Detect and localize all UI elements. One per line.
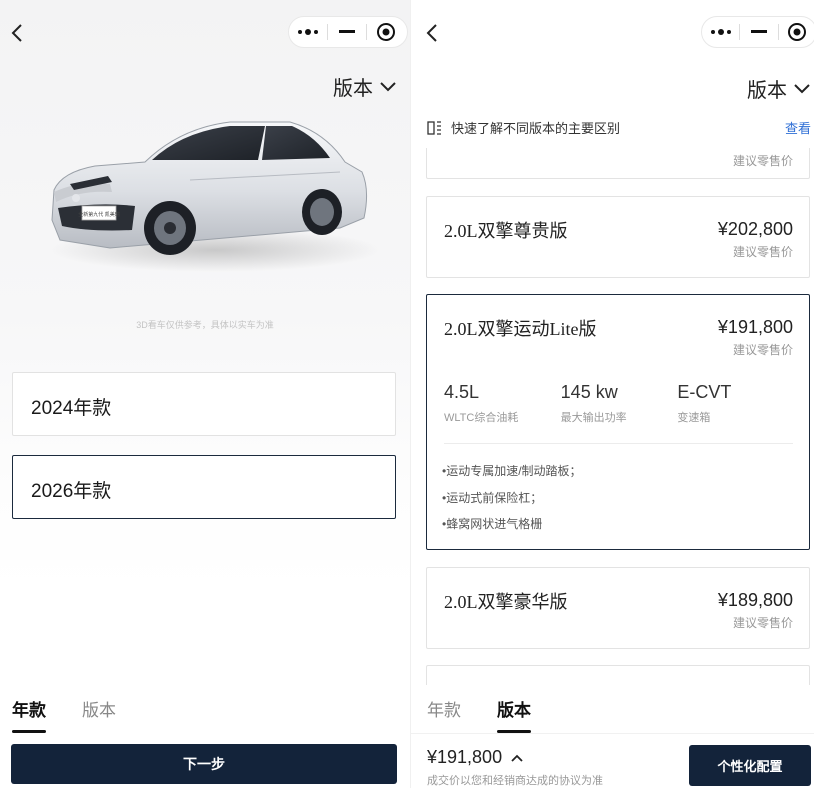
more-icon[interactable] bbox=[702, 16, 739, 48]
feature-item: •运动式前保险杠； bbox=[442, 490, 543, 505]
version-specs: 4.5L WLTC综合油耗 145 kw 最大输出功率 E-CVT 变速箱 bbox=[444, 382, 794, 425]
mini-program-capsule bbox=[288, 16, 408, 48]
step-tabs: 年款 版本 bbox=[427, 696, 531, 733]
feature-list: •运动专属加速/制动踏板； •运动式前保险杠； •蜂窝网状进气格栅 bbox=[442, 458, 582, 538]
version-card-partial[interactable]: 建议零售价 bbox=[426, 148, 810, 179]
car-3d-image[interactable]: 全新第九代 凯美瑞 bbox=[40, 110, 380, 280]
close-target-icon[interactable] bbox=[367, 16, 405, 48]
spec-fuel: 4.5L WLTC综合油耗 bbox=[444, 382, 561, 425]
car-plate-text: 全新第九代 凯美瑞 bbox=[78, 211, 120, 218]
version-card-selected[interactable]: 2.0L双擎运动Lite版 ¥191,800 建议零售价 4.5L WLTC综合… bbox=[426, 294, 810, 550]
version-price: ¥189,800 bbox=[717, 590, 793, 610]
compare-hint-text: 快速了解不同版本的主要区别 bbox=[451, 121, 621, 136]
spec-value: 4.5L bbox=[444, 382, 480, 402]
version-list[interactable]: 建议零售价 2.0L双擎尊贵版 ¥202,800 建议零售价 2.0L双擎运动L… bbox=[411, 148, 814, 685]
feature-item: •运动专属加速/制动踏板； bbox=[442, 464, 582, 478]
version-toggle-label: 版本 bbox=[333, 78, 373, 100]
feature-item: •蜂窝网状进气格栅 bbox=[442, 517, 543, 531]
back-icon[interactable] bbox=[423, 22, 443, 44]
close-target-icon[interactable] bbox=[779, 16, 814, 48]
next-step-button[interactable]: 下一步 bbox=[11, 744, 397, 784]
compare-view-link[interactable]: 查看 bbox=[785, 118, 811, 137]
version-select-screen: 版本 快速了解不同版本的主要区别 查看 建议零售价 2.0L双擎尊贵版 ¥202… bbox=[410, 0, 814, 788]
version-price-note: 建议零售价 bbox=[732, 616, 793, 630]
version-price-note: 建议零售价 bbox=[732, 343, 793, 357]
car-disclaimer: 3D看车仅供参考，具体以实车为准 bbox=[136, 320, 274, 330]
tab-version[interactable]: 版本 bbox=[497, 696, 531, 733]
spec-value: 145 kw bbox=[560, 382, 618, 402]
version-name: 2.0L双擎运动Lite版 bbox=[444, 319, 597, 339]
total-price-note: 成交价以您和经销商达成的协议为准 bbox=[427, 775, 603, 787]
version-toggle[interactable]: 版本 bbox=[747, 74, 811, 103]
version-card[interactable]: 2.0L双擎豪华版 ¥189,800 建议零售价 bbox=[426, 567, 810, 649]
version-name: 2.0L双擎尊贵版 bbox=[444, 221, 568, 241]
minimize-icon[interactable] bbox=[740, 16, 777, 48]
tab-year[interactable]: 年款 bbox=[427, 696, 461, 721]
version-name: 2.0L双擎豪华版 bbox=[444, 592, 568, 612]
back-icon[interactable] bbox=[8, 22, 28, 44]
version-price-note: 建议零售价 bbox=[732, 245, 793, 259]
more-icon[interactable] bbox=[289, 16, 327, 48]
mini-program-capsule bbox=[701, 16, 814, 48]
version-price-note: 建议零售价 bbox=[732, 154, 793, 168]
spec-label: WLTC综合油耗 bbox=[444, 412, 519, 424]
version-card[interactable]: 2.0L双擎尊贵版 ¥202,800 建议零售价 bbox=[426, 196, 810, 278]
total-price: ¥191,800 bbox=[427, 747, 503, 767]
compare-hint-bar: 快速了解不同版本的主要区别 查看 bbox=[427, 118, 811, 137]
personalize-config-button[interactable]: 个性化配置 bbox=[689, 745, 811, 786]
chevron-down-icon bbox=[794, 83, 810, 93]
chevron-up-icon bbox=[511, 754, 523, 762]
total-price-toggle[interactable]: ¥191,800 bbox=[427, 747, 524, 768]
chevron-down-icon bbox=[380, 81, 396, 91]
year-option-label: 2024年款 bbox=[31, 398, 112, 419]
bottom-divider bbox=[411, 733, 814, 734]
version-toggle[interactable]: 版本 bbox=[333, 72, 397, 101]
tab-version[interactable]: 版本 bbox=[82, 696, 116, 721]
spec-transmission: E-CVT 变速箱 bbox=[677, 382, 794, 425]
spec-label: 最大输出功率 bbox=[560, 412, 627, 424]
version-toggle-label: 版本 bbox=[747, 80, 787, 102]
year-select-screen: 版本 全新第九代 凯美瑞 3D看车仅供参考，具体以实车为准 2024年款 202… bbox=[0, 0, 410, 788]
step-tabs: 年款 版本 bbox=[12, 696, 116, 733]
tab-year[interactable]: 年款 bbox=[12, 696, 46, 733]
minimize-icon[interactable] bbox=[328, 16, 366, 48]
year-option-label: 2026年款 bbox=[31, 481, 112, 502]
card-divider bbox=[444, 443, 793, 444]
spec-value: E-CVT bbox=[677, 382, 732, 402]
year-option-2026[interactable]: 2026年款 bbox=[12, 455, 396, 519]
spec-label: 变速箱 bbox=[677, 412, 711, 424]
spec-power: 145 kw 最大输出功率 bbox=[561, 382, 678, 425]
year-option-2024[interactable]: 2024年款 bbox=[12, 372, 396, 436]
version-price: ¥202,800 bbox=[717, 219, 793, 239]
version-card-partial[interactable] bbox=[426, 665, 810, 685]
compare-icon bbox=[427, 120, 441, 135]
version-price: ¥191,800 bbox=[717, 317, 793, 337]
